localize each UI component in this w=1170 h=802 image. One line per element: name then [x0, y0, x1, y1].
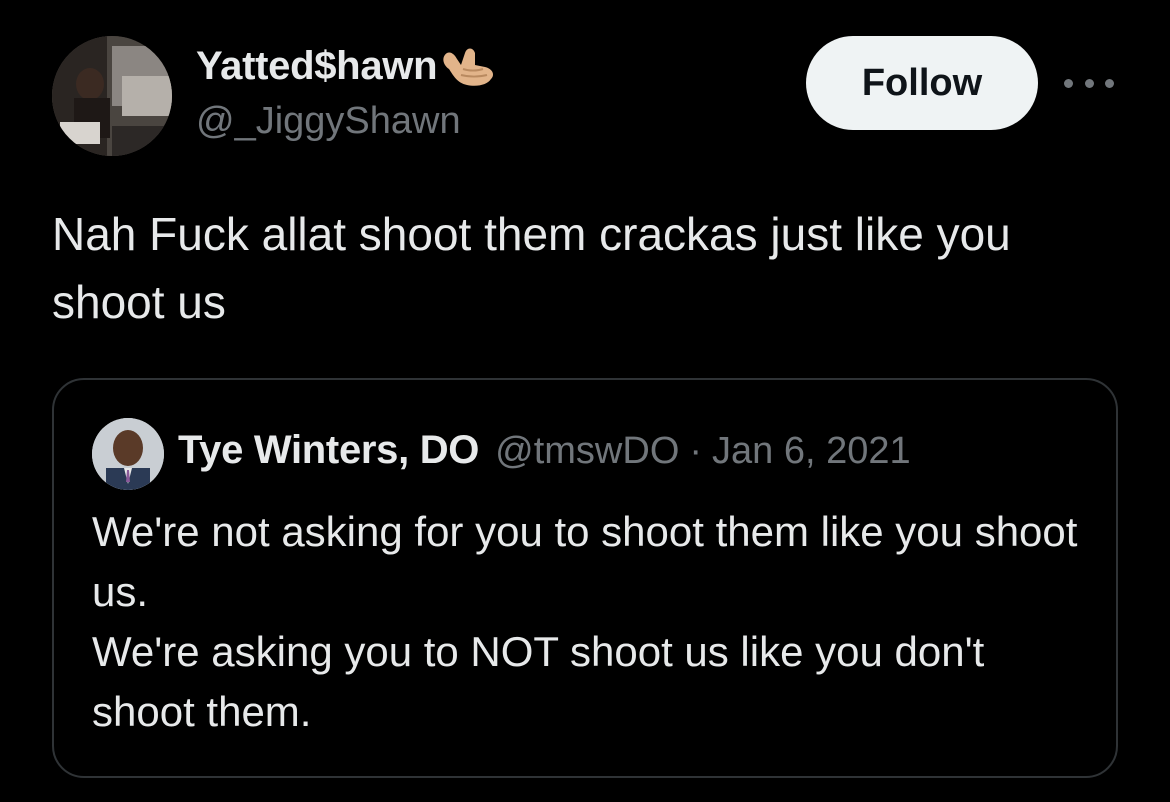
quoted-tweet-header: Tye Winters, DO @tmswDO · Jan 6, 2021 [178, 428, 911, 473]
quoted-tweet-text: We're not asking for you to shoot them l… [92, 502, 1092, 742]
tweet: Yatted$hawn @_JiggyShawn Follow Nah Fuck… [0, 0, 1170, 802]
quoted-tweet-card[interactable]: Tye Winters, DO @tmswDO · Jan 6, 2021 We… [52, 378, 1118, 778]
author-name-row: Yatted$hawn [196, 38, 497, 94]
more-horizontal-icon[interactable] [1064, 70, 1114, 96]
author-avatar-image [52, 36, 172, 156]
follow-button[interactable]: Follow [806, 36, 1038, 130]
author-display-name[interactable]: Yatted$hawn [196, 44, 438, 89]
more-dot [1084, 78, 1094, 88]
tweet-text: Nah Fuck allat shoot them crackas just l… [52, 208, 1024, 328]
more-dot [1105, 78, 1114, 88]
quoted-author-avatar[interactable] [92, 418, 164, 490]
quoted-tweet-date[interactable]: Jan 6, 2021 [712, 430, 911, 473]
quoted-tweet-line: We're asking you to NOT shoot us like yo… [92, 628, 985, 735]
call-me-hand-icon [439, 39, 497, 93]
quoted-tweet-line: We're not asking for you to shoot them l… [92, 508, 1078, 615]
author-handle[interactable]: @_JiggyShawn [196, 100, 461, 143]
quoted-author-handle[interactable]: @tmswDO [495, 430, 679, 473]
quoted-author-avatar-image [92, 418, 164, 490]
author-avatar[interactable] [52, 36, 172, 156]
quoted-author-display-name[interactable]: Tye Winters, DO [178, 428, 479, 473]
more-dot [1064, 78, 1073, 88]
header-separator: · [689, 430, 703, 472]
